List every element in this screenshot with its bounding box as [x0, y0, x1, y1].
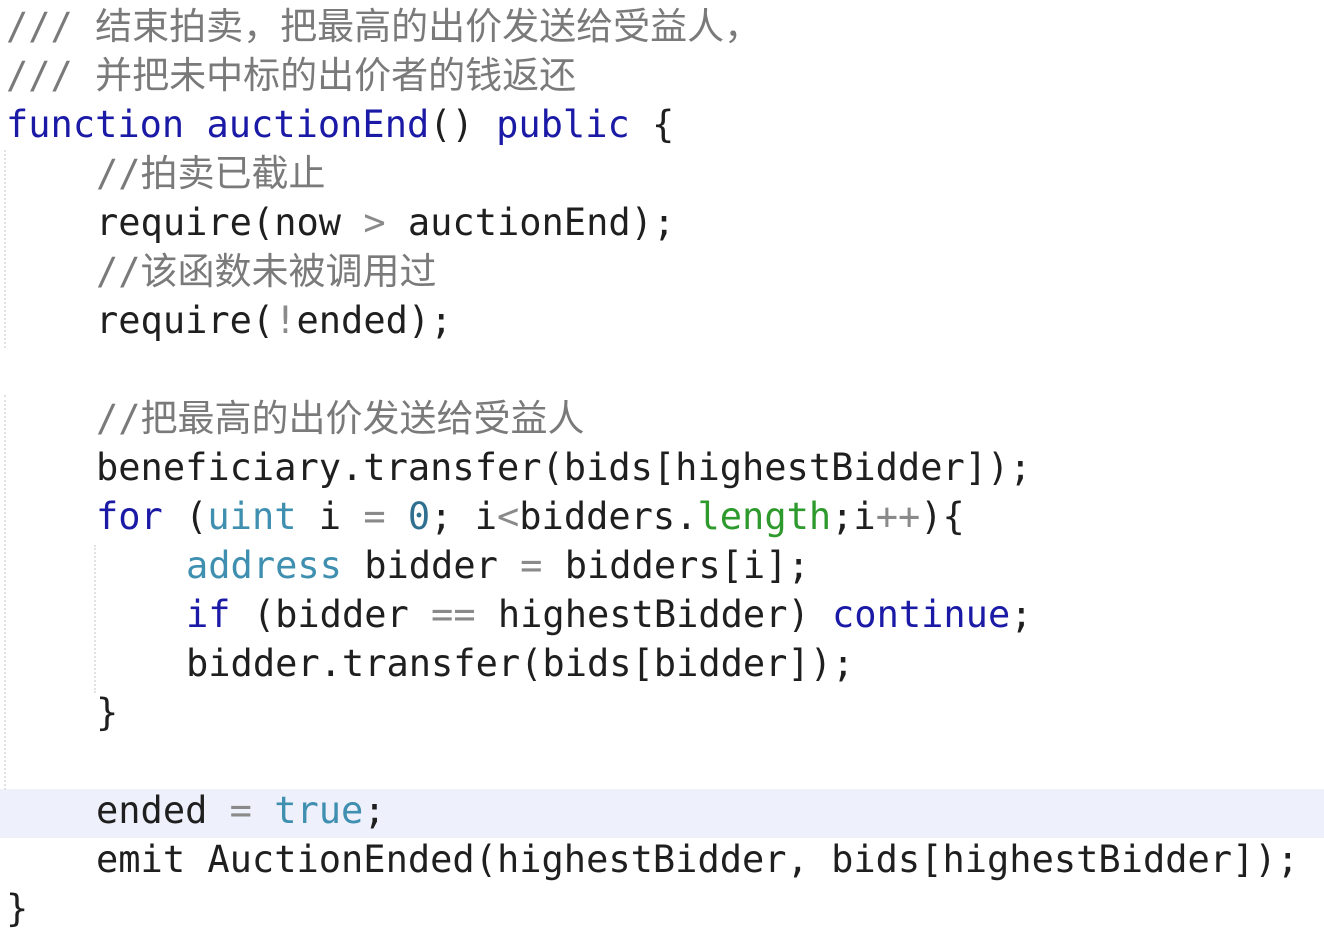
code-token-default: auctionEnd);: [385, 201, 676, 244]
code-line[interactable]: [0, 737, 1324, 786]
code-token-default: ;i: [831, 495, 876, 538]
code-token-default: (: [162, 495, 208, 538]
code-token-default: ){: [920, 495, 965, 538]
code-token-default: (): [429, 103, 497, 146]
code-line[interactable]: }: [0, 884, 1324, 933]
code-token-operator: ==: [431, 593, 476, 636]
code-token-default: [386, 495, 408, 538]
code-token-default: require(now: [96, 201, 364, 244]
code-line[interactable]: require(now > auctionEnd);: [0, 198, 1324, 247]
code-token-default: [252, 789, 274, 832]
code-token-keyword: if: [186, 593, 231, 636]
code-token-member: length: [697, 495, 832, 538]
code-token-keyword: for: [96, 495, 163, 538]
code-token-keyword: function: [6, 103, 185, 146]
code-token-comment: //把最高的出价发送给受益人: [96, 397, 585, 440]
code-line[interactable]: function auctionEnd() public {: [0, 100, 1324, 149]
code-token-type: uint: [207, 495, 297, 538]
code-token-keyword: auctionEnd: [184, 103, 430, 146]
code-token-default: require(: [96, 299, 275, 342]
code-token-operator: ++: [875, 495, 921, 538]
code-token-default: highestBidder): [475, 593, 833, 636]
code-token-default: emit AuctionEnded(highestBidder, bids[hi…: [96, 838, 1299, 881]
code-line[interactable]: beneficiary.transfer(bids[highestBidder]…: [0, 443, 1324, 492]
code-token-comment: /// 并把未中标的出价者的钱返还: [6, 54, 577, 97]
code-token-default: bidder: [341, 544, 521, 587]
code-token-default: ended);: [296, 299, 453, 342]
code-token-number: 0: [407, 495, 431, 538]
code-token-keyword: public: [496, 103, 630, 146]
code-line[interactable]: /// 结束拍卖，把最高的出价发送给受益人，: [0, 2, 1324, 51]
code-line[interactable]: address bidder = bidders[i];: [0, 541, 1324, 590]
code-token-comment: //拍卖已截止: [96, 152, 326, 195]
code-line[interactable]: ended = true;: [0, 786, 1324, 835]
code-token-default: ended: [96, 789, 230, 832]
code-line[interactable]: if (bidder == highestBidder) continue;: [0, 590, 1324, 639]
code-token-operator: <: [497, 495, 520, 538]
code-token-type: true: [274, 789, 364, 832]
code-token-operator: !: [274, 299, 297, 342]
code-token-comment: /// 结束拍卖，把最高的出价发送给受益人，: [6, 5, 762, 48]
code-token-default: ; i: [430, 495, 497, 538]
code-line[interactable]: //把最高的出价发送给受益人: [0, 394, 1324, 443]
code-editor[interactable]: /// 结束拍卖，把最高的出价发送给受益人，/// 并把未中标的出价者的钱返还 f…: [0, 0, 1324, 940]
code-token-default: }: [96, 691, 119, 734]
code-token-default: ;: [363, 789, 386, 832]
code-token-default: }: [6, 887, 29, 930]
code-token-default: (bidder: [230, 593, 432, 636]
code-line[interactable]: }: [0, 688, 1324, 737]
code-token-default: bidders[i];: [542, 544, 810, 587]
code-token-default: {: [629, 103, 675, 146]
code-line[interactable]: //拍卖已截止: [0, 149, 1324, 198]
code-token-type: address: [186, 544, 342, 587]
code-token-default: bidder.transfer(bids[bidder]);: [186, 642, 855, 685]
code-token-keyword: continue: [832, 593, 1011, 636]
code-token-operator: >: [363, 201, 386, 244]
code-line[interactable]: emit AuctionEnded(highestBidder, bids[hi…: [0, 835, 1324, 884]
code-line[interactable]: [0, 345, 1324, 394]
code-token-comment: //该函数未被调用过: [96, 250, 437, 293]
code-token-default: bidders.: [519, 495, 698, 538]
code-token-operator: =: [363, 495, 386, 538]
code-token-default: beneficiary.transfer(bids[highestBidder]…: [96, 446, 1032, 489]
code-line[interactable]: bidder.transfer(bids[bidder]);: [0, 639, 1324, 688]
code-token-operator: =: [229, 789, 252, 832]
code-line[interactable]: /// 并把未中标的出价者的钱返还: [0, 51, 1324, 100]
code-line[interactable]: for (uint i = 0; i<bidders.length;i++){: [0, 492, 1324, 541]
code-token-default: i: [296, 495, 364, 538]
code-line[interactable]: //该函数未被调用过: [0, 247, 1324, 296]
code-line[interactable]: require(!ended);: [0, 296, 1324, 345]
code-token-operator: =: [520, 544, 543, 587]
code-token-default: ;: [1010, 593, 1033, 636]
